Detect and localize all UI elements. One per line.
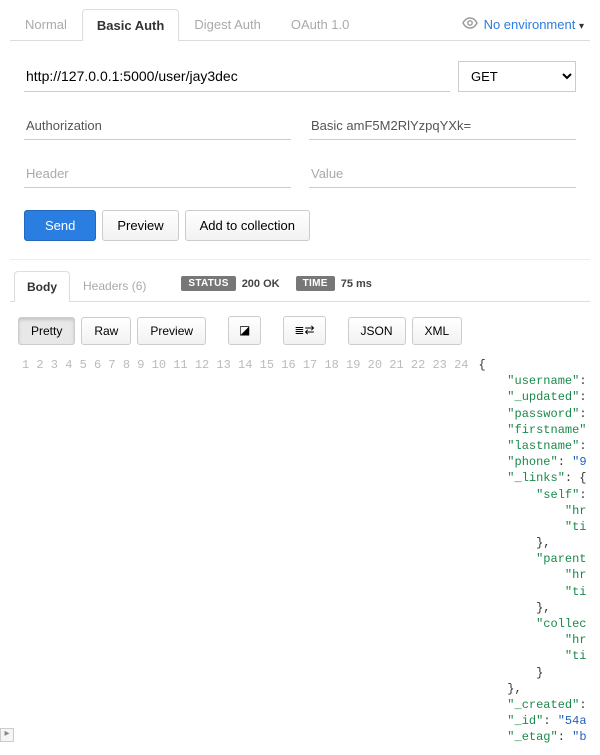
copy-icon[interactable]: ◪ — [228, 316, 261, 345]
send-button[interactable]: Send — [24, 210, 96, 241]
format-xml-button[interactable]: XML — [412, 317, 463, 345]
response-body-viewer: ▸ 1 2 3 4 5 6 7 8 9 10 11 12 13 14 15 16… — [10, 357, 590, 746]
line-number-gutter: 1 2 3 4 5 6 7 8 9 10 11 12 13 14 15 16 1… — [10, 357, 478, 746]
time-value: 75 ms — [341, 278, 372, 290]
url-input[interactable] — [24, 61, 450, 92]
tab-headers[interactable]: Headers (6) — [70, 270, 159, 301]
preview-request-button[interactable]: Preview — [102, 210, 178, 241]
expand-handle-icon[interactable]: ▸ — [0, 728, 14, 742]
status-label: STATUS — [181, 276, 235, 291]
auth-tab-bar: Normal Basic Auth Digest Auth OAuth 1.0 … — [10, 8, 590, 41]
response-body-code[interactable]: { "username": "jay3dec", "_updated": "Tu… — [478, 357, 586, 746]
tab-digest-auth[interactable]: Digest Auth — [179, 8, 276, 40]
view-raw-button[interactable]: Raw — [81, 317, 131, 345]
wrap-icon[interactable]: ≣⇄ — [283, 316, 325, 345]
header-key-input-0[interactable] — [24, 112, 291, 140]
header-value-input-blank[interactable] — [309, 160, 576, 188]
header-key-input-blank[interactable] — [24, 160, 291, 188]
tab-body[interactable]: Body — [14, 271, 70, 302]
environment-selector[interactable]: No environment ▾ — [484, 17, 584, 32]
view-pretty-button[interactable]: Pretty — [18, 317, 75, 345]
caret-down-icon: ▾ — [579, 21, 584, 32]
header-value-input-0[interactable] — [309, 112, 576, 140]
view-toolbar: Pretty Raw Preview ◪ ≣⇄ JSON XML — [10, 316, 590, 345]
status-value: 200 OK — [242, 278, 280, 290]
tab-normal[interactable]: Normal — [10, 8, 82, 40]
environment-label: No environment — [484, 17, 576, 32]
eye-icon[interactable] — [462, 17, 478, 32]
time-label: TIME — [296, 276, 335, 291]
add-to-collection-button[interactable]: Add to collection — [185, 210, 310, 241]
response-tab-bar: Body Headers (6) STATUS 200 OK TIME 75 m… — [10, 270, 590, 302]
view-preview-button[interactable]: Preview — [137, 317, 206, 345]
format-json-button[interactable]: JSON — [348, 317, 406, 345]
method-select[interactable]: GET — [458, 61, 576, 92]
tab-oauth[interactable]: OAuth 1.0 — [276, 8, 365, 40]
tab-basic-auth[interactable]: Basic Auth — [82, 9, 179, 41]
